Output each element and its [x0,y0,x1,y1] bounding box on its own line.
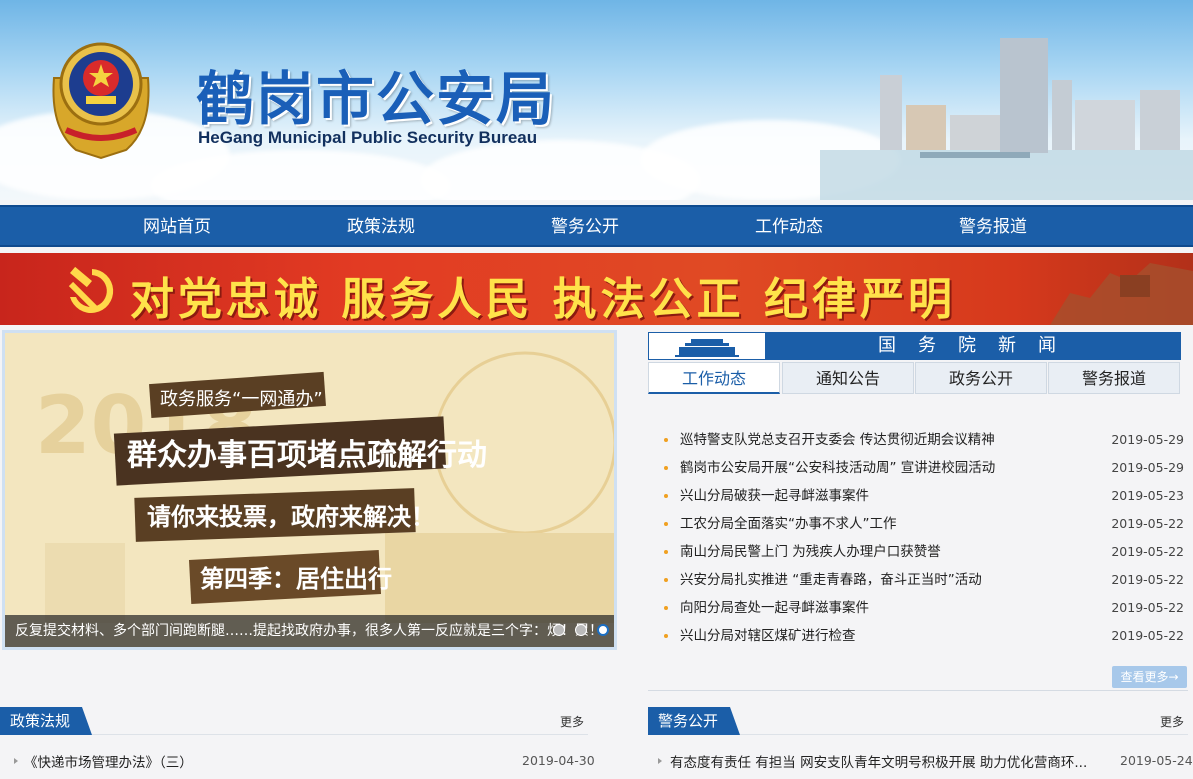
news-date: 2019-05-22 [1111,516,1184,531]
bullet-icon [664,550,668,554]
slide-caption[interactable]: 反复提交材料、多个部门间跑断腿……提起找政府办事，很多人第一反应就是三个字：烦！… [5,615,614,647]
nav-item-police-report[interactable]: 警务报道 [959,207,1027,247]
list-item[interactable]: 巡特警支队党总支召开支委会 传达贯彻近期会议精神 2019-05-29 [648,428,1188,456]
news-title[interactable]: 兴山分局破获一起寻衅滋事案件 [680,484,869,508]
city-skyline-image [820,38,1193,200]
news-title[interactable]: 鹤岗市公安局开展“公安科技活动周” 宣讲进校园活动 [680,456,995,480]
news-date: 2019-05-22 [1111,572,1184,587]
nav-item-work-news[interactable]: 工作动态 [755,207,823,247]
news-date: 2019-05-29 [1111,432,1184,447]
slider-dot-3[interactable] [597,624,609,636]
bullet-icon [664,578,668,582]
tab-notices[interactable]: 通知公告 [782,362,914,394]
tab-work-news[interactable]: 工作动态 [648,362,780,394]
policy-item-title[interactable]: 《快递市场管理办法》（三） [24,751,193,771]
bullet-icon [664,466,668,470]
nav-item-home[interactable]: 网站首页 [143,207,211,247]
list-item[interactable]: 向阳分局查处一起寻衅滋事案件 2019-05-22 [648,596,1188,624]
gov-building-icon [648,332,766,360]
poster-line-4: 第四季：居住出行 [200,565,392,593]
policy-section-title[interactable]: 政策法规 [0,707,93,735]
bullet-icon [664,634,668,638]
list-item[interactable]: 兴山分局对辖区煤矿进行检查 2019-05-22 [648,624,1188,652]
list-item[interactable]: 鹤岗市公安局开展“公安科技活动周” 宣讲进校园活动 2019-05-29 [648,456,1188,484]
police-public-section-title[interactable]: 警务公开 [648,707,741,735]
news-date: 2019-05-22 [1111,600,1184,615]
poster-line-2: 群众办事百项堵点疏解行动 [127,438,487,473]
news-title[interactable]: 工农分局全面落实“办事不求人”工作 [680,512,897,536]
site-title-cn: 鹤岗市公安局 [196,65,557,133]
police-public-item-title[interactable]: 有态度有责任 有担当 网安支队青年文明号积极开展 助力优化营商环... [670,751,1087,771]
great-wall-image [1050,263,1193,325]
list-item[interactable]: 兴安分局扎实推进 “重走青春路，奋斗正当时”活动 2019-05-22 [648,568,1188,596]
news-slider[interactable]: 2018 政务服务“一网通办” 群众办事百项堵点疏解行动 请你来投票，政府来解决… [2,330,617,650]
bullet-icon [14,758,18,764]
news-tabs: 工作动态 通知公告 政务公开 警务报道 [648,362,1181,394]
tab-gov-public[interactable]: 政务公开 [915,362,1047,394]
list-item[interactable]: 兴山分局破获一起寻衅滋事案件 2019-05-23 [648,484,1188,512]
police-emblem-icon [52,42,150,160]
slider-dot-1[interactable] [553,624,565,636]
news-title[interactable]: 兴山分局对辖区煤矿进行检查 [680,624,856,648]
bullet-icon [664,438,668,442]
news-title[interactable]: 向阳分局查处一起寻衅滋事案件 [680,596,869,620]
hammer-sickle-icon [68,266,114,313]
bullet-icon [664,522,668,526]
news-date: 2019-05-23 [1111,488,1184,503]
slider-dot-2[interactable] [575,624,587,636]
tab-police-report[interactable]: 警务报道 [1048,362,1180,394]
bullet-icon [658,758,662,764]
news-title[interactable]: 巡特警支队党总支召开支委会 传达贯彻近期会议精神 [680,428,995,452]
site-header: 鹤岗市公安局 HeGang Municipal Public Security … [0,0,1193,200]
police-public-item-date: 2019-05-24 [1120,753,1193,768]
police-public-section-header: 警务公开 更多 [648,707,1188,735]
poster-line-1: 政务服务“一网通办” [160,389,323,410]
view-more-button[interactable]: 查看更多→ [1112,666,1187,688]
slide-poster-image: 2018 政务服务“一网通办” 群众办事百项堵点疏解行动 请你来投票，政府来解决… [5,333,614,647]
site-title-en: HeGang Municipal Public Security Bureau [198,128,538,147]
bullet-icon [664,494,668,498]
news-list: 巡特警支队党总支召开支委会 传达贯彻近期会议精神 2019-05-29 鹤岗市公安… [648,428,1188,652]
bullet-icon [664,606,668,610]
news-title[interactable]: 兴安分局扎实推进 “重走青春路，奋斗正当时”活动 [680,568,982,592]
main-nav: 网站首页 政策法规 警务公开 工作动态 警务报道 [0,205,1193,247]
news-title[interactable]: 南山分局民警上门 为残疾人办理户口获赞誉 [680,540,941,564]
section-divider [648,690,1188,691]
news-date: 2019-05-29 [1111,460,1184,475]
gov-news-title: 国务院新闻 [878,335,1078,356]
slogan-banner: 对党忠诚 服务人民 执法公正 纪律严明 [0,253,1193,325]
policy-section-header: 政策法规 更多 [0,707,588,735]
policy-more-link[interactable]: 更多 [560,713,584,730]
nav-item-policy[interactable]: 政策法规 [347,207,415,247]
news-date: 2019-05-22 [1111,628,1184,643]
nav-item-police-public[interactable]: 警务公开 [551,207,619,247]
news-date: 2019-05-22 [1111,544,1184,559]
policy-item-date: 2019-04-30 [522,753,595,768]
list-item[interactable]: 南山分局民警上门 为残疾人办理户口获赞誉 2019-05-22 [648,540,1188,568]
poster-line-3: 请你来投票，政府来解决！ [147,503,435,531]
gov-news-bar[interactable]: 国务院新闻 [648,332,1181,360]
slogan-text: 对党忠诚 服务人民 执法公正 纪律严明 [130,274,956,325]
police-public-more-link[interactable]: 更多 [1160,713,1184,730]
list-item[interactable]: 工农分局全面落实“办事不求人”工作 2019-05-22 [648,512,1188,540]
